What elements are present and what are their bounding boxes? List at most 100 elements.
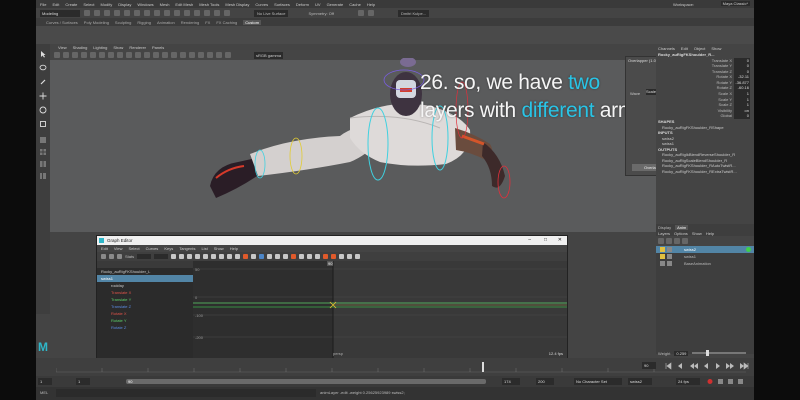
auto-load-icon[interactable] (275, 254, 281, 259)
move-layer-up-icon[interactable] (658, 238, 664, 244)
attribute-editor-icon[interactable] (367, 10, 374, 16)
textured-icon[interactable] (162, 52, 168, 58)
open-scene-icon[interactable] (94, 10, 100, 16)
range-bar[interactable]: 90 (126, 379, 486, 384)
menu-mesh[interactable]: Mesh (160, 2, 170, 7)
shelf-tab-poly[interactable]: Poly Modeling (84, 20, 109, 25)
outliner-row[interactable]: Rotate Y (97, 317, 193, 324)
denormalize-icon[interactable] (315, 254, 321, 259)
vp-menu-panels[interactable]: Panels (152, 45, 164, 50)
range-end-field[interactable]: 174 (502, 378, 520, 385)
workspace-select[interactable]: Maya Classic* (720, 1, 750, 6)
render-settings-icon[interactable] (224, 10, 230, 16)
outliner-row[interactable]: Rocky_auRigFKShoulder_L (97, 268, 193, 275)
snap-point-icon[interactable] (184, 10, 190, 16)
time-slider[interactable]: 90 (36, 358, 754, 376)
menu-edit[interactable]: Edit (52, 2, 59, 7)
snap-grid-icon[interactable] (164, 10, 170, 16)
paint-select-icon[interactable] (39, 78, 47, 86)
bookmark-icon[interactable] (72, 52, 78, 58)
vp-menu-renderer[interactable]: Renderer (129, 45, 146, 50)
outliner-row[interactable]: Translate Y (97, 296, 193, 303)
ge-menu-list[interactable]: List (201, 246, 207, 251)
menu-mesh-tools[interactable]: Mesh Tools (199, 2, 219, 7)
spline-tangent-icon[interactable] (195, 254, 201, 259)
vp-menu-shading[interactable]: Shading (73, 45, 88, 50)
camera-attr-icon[interactable] (63, 52, 69, 58)
lights-icon[interactable] (171, 52, 177, 58)
anim-layer-row[interactable]: swiss2 (656, 246, 754, 253)
move-key-icon[interactable] (101, 254, 106, 259)
shelf-tab-rigging[interactable]: Rigging (137, 20, 151, 25)
shelf-tab-fx-caching[interactable]: FX Caching (216, 20, 237, 25)
menu-modify[interactable]: Modify (101, 2, 113, 7)
preferences-icon[interactable] (738, 379, 743, 384)
close-icon[interactable]: ✕ (558, 237, 562, 243)
plateau-tangent-icon[interactable] (235, 254, 241, 259)
layout-four-icon[interactable] (39, 148, 47, 156)
new-layer-selected-icon[interactable] (682, 238, 688, 244)
anim-layer-row[interactable]: BaseAnimation (656, 260, 754, 267)
trax-editor-icon[interactable] (347, 254, 353, 259)
clamped-tangent-icon[interactable] (203, 254, 209, 259)
outliner-row[interactable]: Rotate Z (97, 324, 193, 331)
break-tangents-icon[interactable] (243, 254, 249, 259)
anim-layer-select[interactable]: swiss2 (628, 378, 652, 385)
current-time-marker[interactable] (482, 362, 484, 372)
start-time-field[interactable]: 1 (38, 378, 52, 385)
film-gate-icon[interactable] (99, 52, 105, 58)
lock-tangent-weight-icon[interactable] (267, 254, 273, 259)
outliner-row[interactable]: Translate X (97, 289, 193, 296)
sound-icon[interactable] (728, 379, 733, 384)
cb-menu-show[interactable]: Show (711, 46, 721, 51)
step-back-key-icon[interactable] (690, 363, 698, 369)
ambient-occlusion-icon[interactable] (189, 52, 195, 58)
load-selected-icon[interactable] (283, 254, 289, 259)
free-tangent-weight-icon[interactable] (259, 254, 265, 259)
select-object-icon[interactable] (144, 10, 150, 16)
image-plane-icon[interactable] (81, 52, 87, 58)
menu-display[interactable]: Display (118, 2, 131, 7)
stats-field[interactable] (137, 254, 152, 259)
safe-action-icon[interactable] (135, 52, 141, 58)
menu-surfaces[interactable]: Surfaces (274, 2, 290, 7)
select-tool-icon[interactable] (39, 50, 47, 58)
le-menu-options[interactable]: Options (674, 231, 688, 236)
value-snap-icon[interactable] (299, 254, 305, 259)
key-settings-icon[interactable] (718, 379, 723, 384)
field-chart-icon[interactable] (126, 52, 132, 58)
cb-menu-edit[interactable]: Edit (681, 46, 688, 51)
auto-key-icon[interactable] (707, 379, 713, 384)
graph-options-icon[interactable] (355, 254, 361, 259)
frame-playback-icon[interactable] (179, 254, 185, 259)
gate-mask-icon[interactable] (117, 52, 123, 58)
frame-all-icon[interactable] (171, 254, 177, 259)
play-forwards-icon[interactable] (716, 363, 720, 369)
outliner-row[interactable]: rockfay (97, 282, 193, 289)
outliner-row[interactable]: Translate Z (97, 303, 193, 310)
live-surface-field[interactable]: No Live Surface (254, 9, 289, 17)
weight-field[interactable]: 0.259 (674, 350, 689, 356)
wireframe-icon[interactable] (144, 52, 150, 58)
new-scene-icon[interactable] (84, 10, 90, 16)
go-to-end-icon[interactable] (743, 362, 749, 370)
grid-icon[interactable] (90, 52, 96, 58)
menu-deform[interactable]: Deform (296, 2, 309, 7)
shadows-icon[interactable] (180, 52, 186, 58)
smooth-shade-icon[interactable] (153, 52, 159, 58)
character-set-select[interactable]: No Character Set (574, 378, 622, 385)
select-hierarchy-icon[interactable] (134, 10, 140, 16)
fps-select[interactable]: 24 fps (676, 378, 700, 385)
menu-select[interactable]: Select (83, 2, 94, 7)
maximize-icon[interactable]: □ (544, 237, 547, 243)
stats-field-2[interactable] (154, 254, 169, 259)
ipr-render-icon[interactable] (214, 10, 220, 16)
cb-output-item[interactable]: Rocky_auRigFKShoulder_RExtraTwistR... (656, 169, 754, 175)
unify-tangents-icon[interactable] (251, 254, 257, 259)
menu-mesh-display[interactable]: Mesh Display (225, 2, 249, 7)
rotate-tool-icon[interactable] (39, 106, 47, 114)
lasso-tool-icon[interactable] (39, 64, 47, 72)
cb-menu-channels[interactable]: Channels (658, 46, 675, 51)
user-account[interactable]: Dmitri Kulpe... (397, 9, 430, 17)
mel-label[interactable]: MEL (40, 390, 48, 395)
